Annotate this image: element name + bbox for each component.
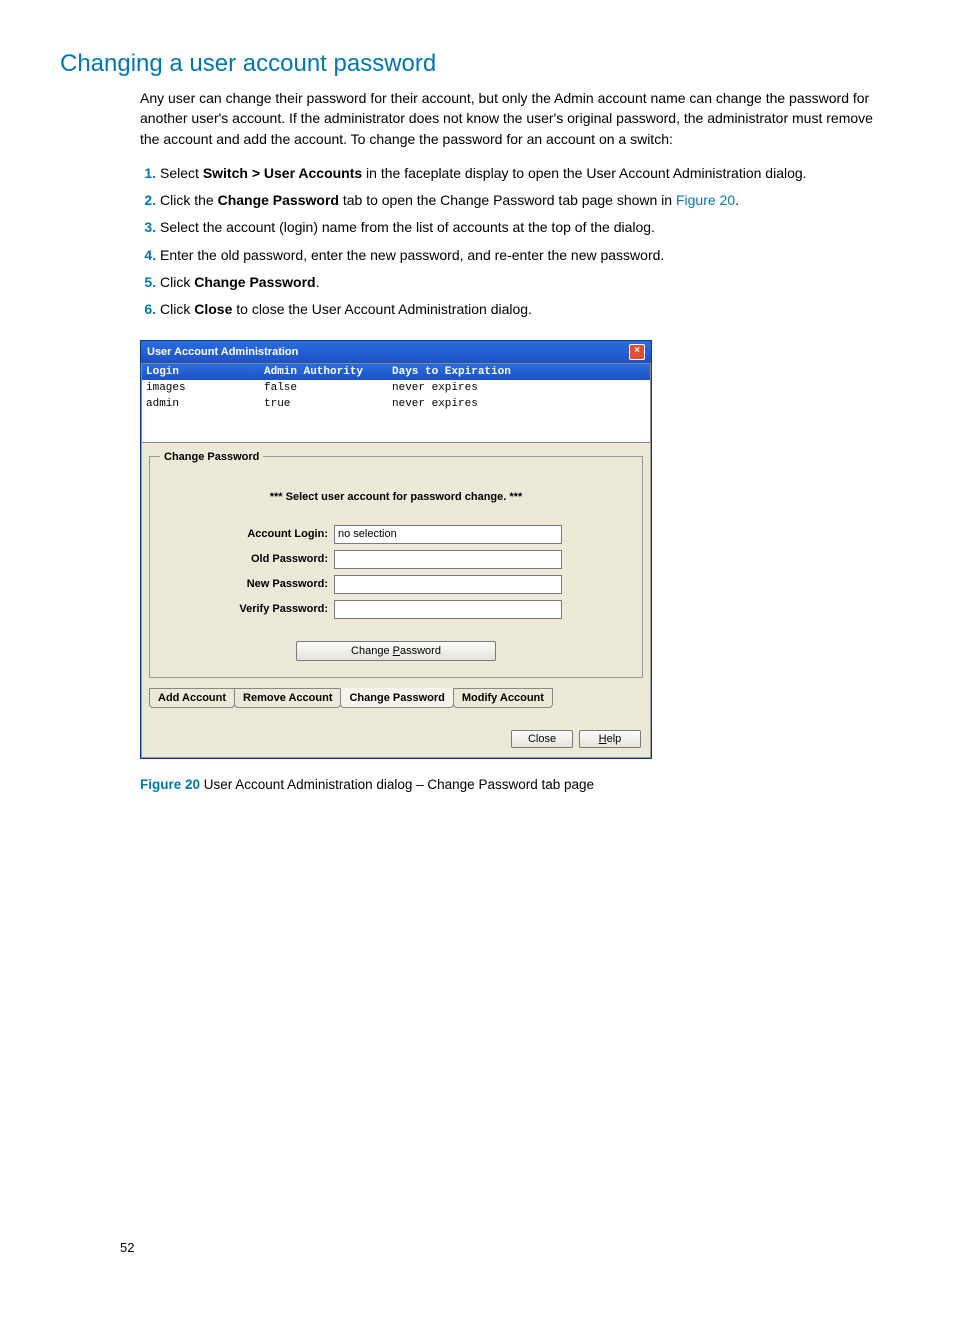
- step-text: .: [735, 192, 739, 208]
- change-password-button[interactable]: Change Password: [296, 641, 496, 661]
- step-text: .: [316, 274, 320, 290]
- tab-modify-account[interactable]: Modify Account: [453, 688, 553, 708]
- step-text: Click: [160, 274, 194, 290]
- close-button[interactable]: Close: [511, 730, 573, 748]
- intro-paragraph: Any user can change their password for t…: [140, 88, 894, 149]
- cell-exp: never expires: [388, 380, 556, 396]
- step-bold: Change Password: [194, 274, 315, 290]
- close-icon[interactable]: ×: [629, 344, 645, 360]
- account-login-label: Account Login:: [220, 528, 334, 540]
- table-row[interactable]: images false never expires: [142, 380, 650, 396]
- tabs-row: Add Account Remove Account Change Passwo…: [149, 688, 643, 708]
- page-number: 52: [120, 1240, 134, 1255]
- step-3: Select the account (login) name from the…: [160, 217, 894, 237]
- table-row[interactable]: admin true never expires: [142, 396, 650, 412]
- new-password-label: New Password:: [220, 578, 334, 590]
- step-bold: Close: [194, 301, 232, 317]
- account-login-field[interactable]: no selection: [334, 525, 562, 544]
- old-password-field[interactable]: [334, 550, 562, 569]
- btn-text: Change: [351, 645, 393, 657]
- step-4: Enter the old password, enter the new pa…: [160, 245, 894, 265]
- step-text: to close the User Account Administration…: [232, 301, 532, 317]
- figure-caption-text: User Account Administration dialog – Cha…: [200, 777, 594, 792]
- old-password-label: Old Password:: [220, 553, 334, 565]
- col-admin-authority: Admin Authority: [260, 364, 388, 380]
- step-2: Click the Change Password tab to open th…: [160, 190, 894, 210]
- btn-mnemonic: P: [393, 645, 400, 657]
- tab-add-account[interactable]: Add Account: [149, 688, 235, 708]
- step-text: Click the: [160, 192, 218, 208]
- cell-auth: false: [260, 380, 388, 396]
- cell-exp: never expires: [388, 396, 556, 412]
- help-button[interactable]: Help: [579, 730, 641, 748]
- cell-login: images: [142, 380, 260, 396]
- accounts-table[interactable]: Login Admin Authority Days to Expiration…: [141, 363, 651, 443]
- col-days-expiration: Days to Expiration: [388, 364, 556, 380]
- step-1: Select Switch > User Accounts in the fac…: [160, 163, 894, 183]
- btn-text: elp: [607, 733, 622, 745]
- figure-link[interactable]: Figure 20: [676, 192, 735, 208]
- dialog-footer: Close Help: [141, 716, 651, 758]
- section-heading: Changing a user account password: [60, 50, 894, 78]
- tab-change-password[interactable]: Change Password: [340, 688, 453, 708]
- verify-password-field[interactable]: [334, 600, 562, 619]
- user-account-admin-dialog: User Account Administration × Login Admi…: [140, 340, 652, 759]
- btn-mnemonic: H: [599, 733, 607, 745]
- step-bold: Change Password: [218, 192, 339, 208]
- figure-number: Figure 20: [140, 777, 200, 792]
- cell-auth: true: [260, 396, 388, 412]
- panel-hint: *** Select user account for password cha…: [160, 491, 632, 503]
- step-text: in the faceplate display to open the Use…: [362, 165, 806, 181]
- verify-password-label: Verify Password:: [220, 603, 334, 615]
- new-password-field[interactable]: [334, 575, 562, 594]
- dialog-title: User Account Administration: [147, 346, 298, 358]
- dialog-titlebar: User Account Administration ×: [141, 341, 651, 363]
- tab-remove-account[interactable]: Remove Account: [234, 688, 341, 708]
- steps-list: Select Switch > User Accounts in the fac…: [140, 163, 894, 320]
- step-bold: Switch > User Accounts: [203, 165, 362, 181]
- step-5: Click Change Password.: [160, 272, 894, 292]
- btn-text: assword: [400, 645, 441, 657]
- col-login: Login: [142, 364, 260, 380]
- cell-login: admin: [142, 396, 260, 412]
- step-6: Click Close to close the User Account Ad…: [160, 299, 894, 319]
- panel-legend: Change Password: [160, 451, 263, 463]
- step-text: tab to open the Change Password tab page…: [339, 192, 676, 208]
- figure-caption: Figure 20 User Account Administration di…: [140, 777, 894, 792]
- change-password-panel: Change Password *** Select user account …: [149, 451, 643, 678]
- step-text: Select: [160, 165, 203, 181]
- table-header: Login Admin Authority Days to Expiration: [142, 364, 650, 380]
- step-text: Click: [160, 301, 194, 317]
